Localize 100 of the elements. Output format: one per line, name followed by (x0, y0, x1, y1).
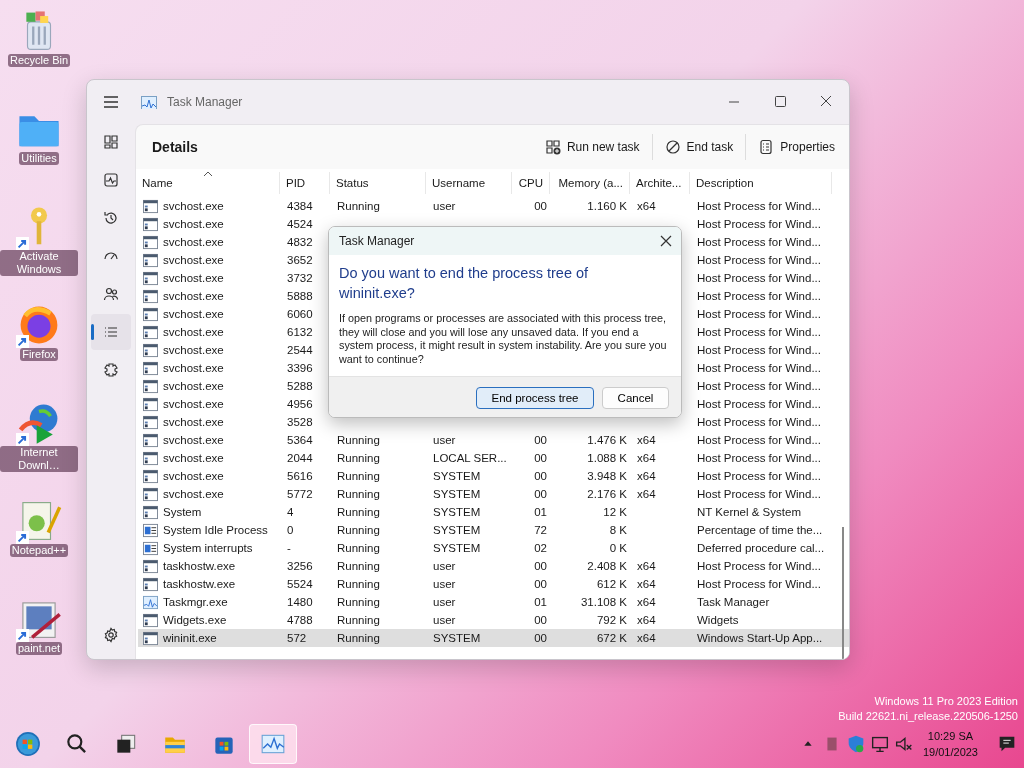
table-cell: Host Process for Wind... (697, 416, 821, 428)
table-cell: SYSTEM (433, 506, 481, 518)
table-cell: 01 (534, 506, 547, 518)
table-cell: 00 (534, 632, 547, 644)
table-cell: wininit.exe (163, 632, 217, 644)
table-cell: 00 (534, 470, 547, 482)
table-cell: 4788 (287, 614, 313, 626)
table-cell: 672 K (596, 632, 627, 644)
table-cell: Widgets (697, 614, 739, 626)
table-cell: x64 (637, 470, 656, 482)
table-cell: Host Process for Wind... (697, 344, 821, 356)
table-cell: Running (337, 470, 380, 482)
table-cell: x64 (637, 596, 656, 608)
table-cell: 00 (534, 434, 547, 446)
table-cell: Widgets.exe (163, 614, 227, 626)
table-cell: 2.408 K (587, 560, 627, 572)
table-cell: 6132 (287, 326, 313, 338)
table-cell: 1.088 K (587, 452, 627, 464)
table-cell: x64 (637, 632, 656, 644)
table-cell: x64 (637, 488, 656, 500)
table-cell: x64 (637, 560, 656, 572)
table-cell: svchost.exe (163, 380, 224, 392)
table-cell: Running (337, 596, 380, 608)
table-cell: 572 (287, 632, 307, 644)
edition-text: Build 22621.ni_release.220506-1250 (838, 709, 1018, 724)
table-cell: Host Process for Wind... (697, 398, 821, 410)
table-cell: Host Process for Wind... (697, 254, 821, 266)
edition-text: Windows 11 Pro 2023 Edition (874, 694, 1018, 709)
table-cell: SYSTEM (433, 470, 481, 482)
table-cell: x64 (637, 434, 656, 446)
table-cell: 72 (534, 524, 547, 536)
page-title: Details (152, 139, 199, 155)
table-cell: 31.108 K (580, 596, 627, 608)
table-cell: svchost.exe (163, 200, 224, 212)
table-cell: Running (337, 506, 380, 518)
table-cell: user (433, 200, 456, 212)
table-cell: 5364 (287, 434, 313, 446)
table-cell: 612 K (596, 578, 627, 590)
table-cell: 2044 (287, 452, 313, 464)
table-cell: Windows Start-Up App... (697, 632, 823, 644)
table-cell: Running (337, 614, 380, 626)
table-cell: Host Process for Wind... (697, 488, 821, 500)
table-cell: 4524 (287, 218, 313, 230)
table-cell: System Idle Process (163, 524, 268, 536)
table-cell: Host Process for Wind... (697, 380, 821, 392)
table-cell: Running (337, 578, 380, 590)
table-cell: Host Process for Wind... (697, 326, 821, 338)
table-cell: svchost.exe (163, 452, 224, 464)
table-cell: 5772 (287, 488, 313, 500)
table-cell: - (287, 542, 291, 554)
table-cell: taskhostw.exe (163, 560, 236, 572)
table-cell: System interrupts (163, 542, 253, 554)
table-cell: Host Process for Wind... (697, 452, 821, 464)
table-cell: Host Process for Wind... (697, 272, 821, 284)
table-cell: Host Process for Wind... (697, 236, 821, 248)
table-cell: Host Process for Wind... (697, 200, 821, 212)
table-cell: 00 (534, 200, 547, 212)
table-cell: svchost.exe (163, 398, 224, 410)
table-cell: Deferred procedure cal... (697, 542, 825, 554)
table-cell: SYSTEM (433, 488, 481, 500)
window-title: Task Manager (167, 95, 243, 109)
table-cell: 4384 (287, 200, 313, 212)
table-cell: 2544 (287, 344, 313, 356)
table-cell: NT Kernel & System (697, 506, 801, 518)
table-cell: user (433, 614, 456, 626)
table-cell: Host Process for Wind... (697, 560, 821, 572)
table-cell: user (433, 578, 456, 590)
table-cell: Host Process for Wind... (697, 578, 821, 590)
table-cell: Host Process for Wind... (697, 470, 821, 482)
table-cell: System (163, 506, 202, 518)
table-cell: user (433, 560, 456, 572)
table-cell: 0 (287, 524, 294, 536)
table-cell: taskhostw.exe (163, 578, 236, 590)
table-cell: 3732 (287, 272, 313, 284)
table-cell: 00 (534, 488, 547, 500)
table-cell: svchost.exe (163, 434, 224, 446)
table-cell: Running (337, 632, 380, 644)
table-cell: 00 (534, 452, 547, 464)
table-cell: 1.476 K (587, 434, 627, 446)
table-cell: 3.948 K (587, 470, 627, 482)
dialog-message: If open programs or processes are associated with this process tree, they will close and you will lose any unsaved data. If you end a system process, it might result in system instability. Are you sure you want to continue? (339, 312, 668, 366)
table-cell: 4832 (287, 236, 313, 248)
table-cell: 01 (534, 596, 547, 608)
table-cell: 00 (534, 560, 547, 572)
table-cell: 0 K (609, 542, 627, 554)
table-cell: x64 (637, 200, 656, 212)
table-cell: svchost.exe (163, 362, 224, 374)
table-cell: 4 (287, 506, 294, 518)
table-cell: 3528 (287, 416, 313, 428)
table-cell: svchost.exe (163, 326, 224, 338)
table-cell: user (433, 434, 456, 446)
table-cell: svchost.exe (163, 488, 224, 500)
table-cell: Task Manager (697, 596, 770, 608)
table-cell: svchost.exe (163, 290, 224, 302)
table-cell: SYSTEM (433, 542, 481, 554)
table-cell: 1480 (287, 596, 313, 608)
table-cell: x64 (637, 452, 656, 464)
table-cell: svchost.exe (163, 344, 224, 356)
table-cell: svchost.exe (163, 236, 224, 248)
table-cell: 3652 (287, 254, 313, 266)
